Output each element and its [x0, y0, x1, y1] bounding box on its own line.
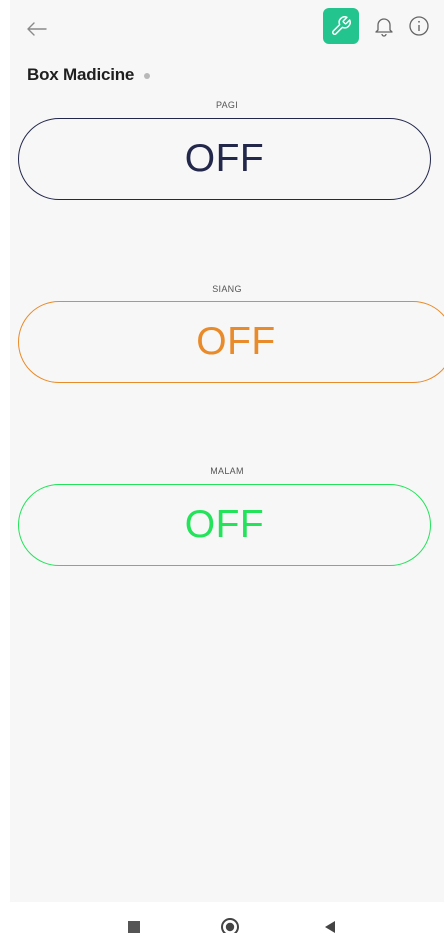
triangle-back-icon [325, 921, 335, 933]
home-button[interactable] [220, 917, 240, 936]
recents-button[interactable] [128, 921, 140, 933]
home-circle-icon [221, 918, 239, 936]
nav-back-button[interactable] [322, 919, 336, 933]
app-screen: Box Madicine PAGI OFF SIANG OFF MALAM OF… [10, 0, 444, 902]
info-button[interactable] [408, 15, 430, 37]
info-icon [409, 16, 429, 36]
switch-value-malam: OFF [184, 503, 265, 546]
arrow-left-icon [27, 22, 47, 36]
back-button[interactable] [24, 16, 50, 42]
device-status-dot [144, 72, 151, 79]
settings-button[interactable] [323, 8, 359, 44]
notifications-button[interactable] [372, 14, 396, 38]
widget-label-pagi: PAGI [215, 100, 239, 110]
switch-button-malam[interactable]: OFF [18, 484, 431, 566]
bell-icon [375, 18, 393, 37]
switch-value-siang: OFF [196, 320, 276, 363]
wrench-icon [332, 16, 351, 35]
widget-label-malam: MALAM [210, 466, 244, 476]
switch-button-pagi[interactable]: OFF [18, 118, 431, 200]
switch-button-siang[interactable]: OFF [18, 301, 444, 383]
switch-value-pagi: OFF [184, 137, 265, 180]
widget-label-siang: SIANG [212, 284, 242, 294]
device-title-row: Box Madicine [27, 63, 151, 87]
top-toolbar [10, 0, 444, 56]
device-title: Box Madicine [27, 65, 135, 84]
